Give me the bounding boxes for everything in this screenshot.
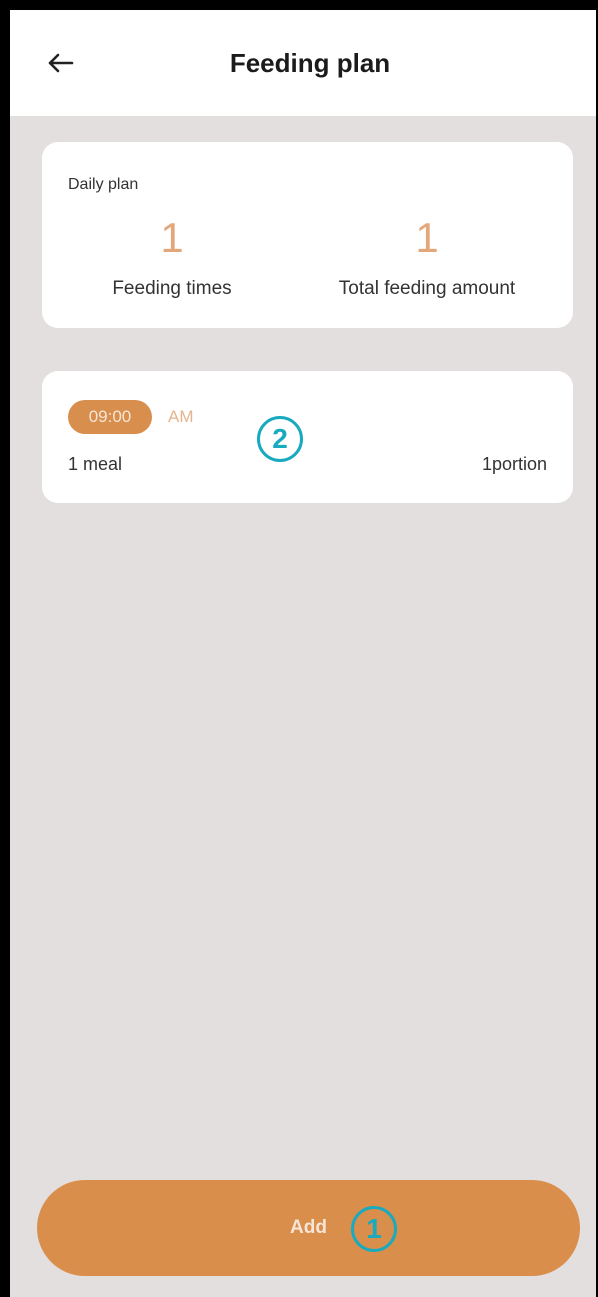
arrow-left-icon	[48, 53, 74, 73]
annotation-marker-1: 1	[351, 1206, 397, 1252]
total-amount-stat: 1 Total feeding amount	[297, 214, 557, 300]
feeding-times-value: 1	[160, 214, 184, 261]
annotation-marker-2: 2	[257, 416, 303, 462]
page-title: Feeding plan	[229, 47, 391, 78]
meal-item[interactable]: 09:00 AM 1 meal 1portion	[42, 371, 573, 503]
total-amount-value: 1	[415, 214, 439, 261]
meal-time-badge: 09:00	[68, 400, 152, 434]
top-bar: Feeding plan	[10, 10, 596, 116]
total-amount-label: Total feeding amount	[338, 278, 516, 299]
feeding-times-stat: 1 Feeding times	[42, 214, 302, 300]
meal-portion: 1portion	[481, 454, 547, 474]
daily-plan-label: Daily plan	[68, 176, 139, 193]
feeding-plan-screen: Feeding plan Daily plan 1 Feeding times …	[10, 10, 596, 1297]
add-button[interactable]: Add	[37, 1180, 580, 1276]
add-button-label: Add	[290, 1217, 327, 1238]
daily-plan-card: Daily plan 1 Feeding times 1 Total feedi…	[42, 142, 573, 328]
back-button[interactable]	[40, 43, 80, 83]
meal-period: AM	[168, 407, 194, 426]
meal-name: 1 meal	[68, 454, 123, 474]
feeding-times-label: Feeding times	[112, 278, 232, 299]
